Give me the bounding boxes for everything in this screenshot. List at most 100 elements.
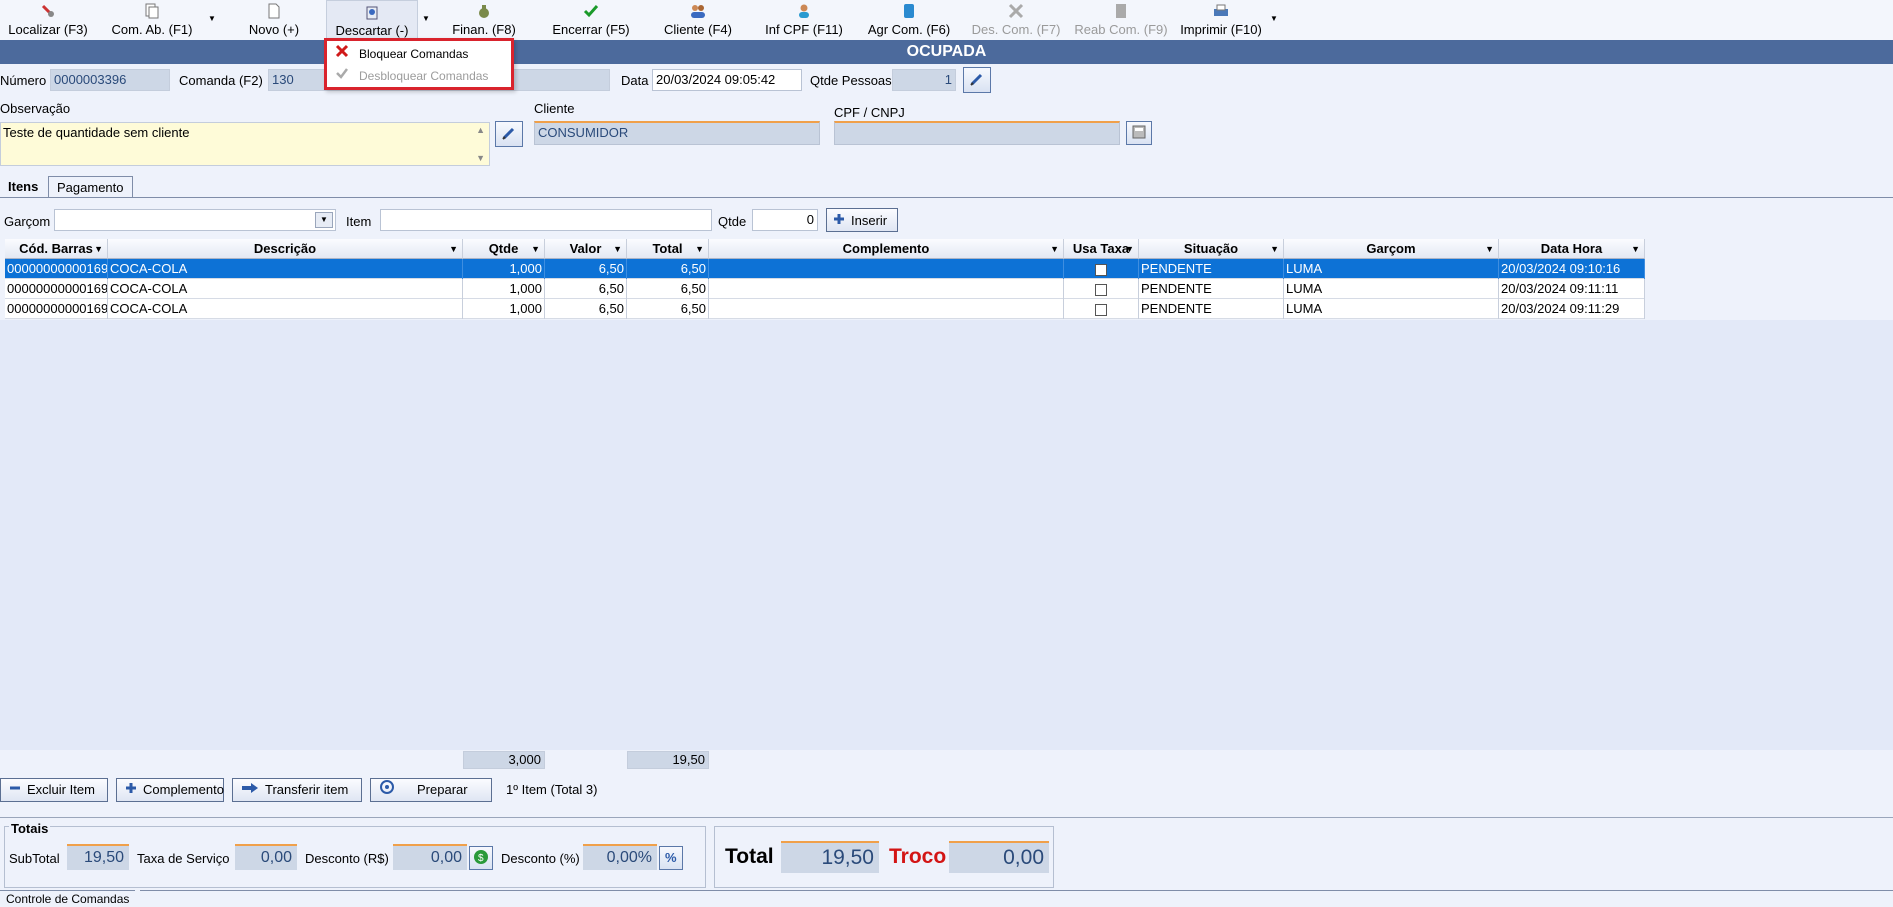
sort-arrow-icon[interactable]: ▼ — [1125, 239, 1134, 258]
numero-field[interactable]: 0000003396 — [50, 69, 170, 91]
sort-arrow-icon[interactable]: ▼ — [613, 239, 622, 258]
desconto-rs-label: Desconto (R$) — [305, 851, 389, 866]
menu-item-desbloquear-comandas[interactable]: Desbloquear Comandas — [335, 66, 488, 86]
cell-cod-barras: 00000000000169 — [5, 259, 108, 279]
menu-item-bloquear-comandas[interactable]: Bloquear Comandas — [335, 44, 468, 64]
check-icon — [335, 66, 349, 86]
complemento-button[interactable]: Complemento — [116, 778, 224, 802]
sort-arrow-icon[interactable]: ▼ — [1050, 239, 1059, 258]
transferir-item-button[interactable]: Transferir item — [232, 778, 362, 802]
sort-arrow-icon[interactable]: ▼ — [531, 239, 540, 258]
tab-itens[interactable]: Itens — [0, 176, 46, 198]
inserir-button[interactable]: Inserir — [826, 208, 898, 232]
cell-total: 6,50 — [627, 279, 709, 299]
column-header-situacao[interactable]: Situação ▼ — [1139, 239, 1284, 259]
cell-situacao: PENDENTE — [1139, 259, 1284, 279]
qtde-input[interactable]: 0 — [752, 209, 818, 231]
tab-controle-comandas[interactable]: Controle de Comandas — [0, 890, 136, 907]
column-header-usa-taxa[interactable]: Usa Taxa ▼ — [1064, 239, 1139, 259]
sort-arrow-icon[interactable]: ▼ — [449, 239, 458, 258]
cell-situacao: PENDENTE — [1139, 279, 1284, 299]
comanda-label: Comanda (F2) — [179, 73, 263, 88]
sort-arrow-icon[interactable]: ▼ — [1485, 239, 1494, 258]
qtde-pessoas-field[interactable]: 1 — [892, 69, 956, 91]
sort-arrow-icon[interactable]: ▼ — [1631, 239, 1640, 258]
comandas-abertas-button[interactable]: Com. Ab. (F1) — [110, 0, 194, 40]
desconto-rs-button[interactable]: $ — [469, 846, 493, 870]
desconto-pct-button[interactable]: % — [659, 846, 683, 870]
taxa-servico-field[interactable]: 0,00 — [235, 844, 297, 870]
edit-observacao-button[interactable] — [495, 121, 523, 147]
preparar-button[interactable]: Preparar — [370, 778, 492, 802]
garcom-select[interactable]: ▼ — [54, 209, 336, 231]
tab-pagamento[interactable]: Pagamento — [48, 176, 133, 198]
chevron-down-icon[interactable]: ▼ — [1270, 14, 1278, 23]
financeiro-button[interactable]: Finan. (F8) — [448, 0, 520, 40]
column-header-total[interactable]: Total ▼ — [627, 239, 709, 259]
column-header-valor[interactable]: Valor ▼ — [545, 239, 627, 259]
desconto-pct-field[interactable]: 0,00% — [583, 844, 657, 870]
sort-arrow-icon[interactable]: ▼ — [94, 239, 103, 258]
cpf-lookup-button[interactable] — [1126, 121, 1152, 145]
qtde-pessoas-label: Qtde Pessoas — [810, 73, 892, 88]
chevron-down-icon[interactable]: ▼ — [208, 14, 216, 23]
column-header-data-hora[interactable]: Data Hora ▼ — [1499, 239, 1645, 259]
cell-usa-taxa — [1064, 259, 1139, 279]
agrupar-comandas-button[interactable]: Agr Com. (F6) — [866, 0, 952, 40]
qtde-label: Qtde — [718, 214, 747, 229]
imprimir-button[interactable]: Imprimir (F10) — [1178, 0, 1264, 40]
cell-garcom: LUMA — [1284, 279, 1499, 299]
column-header-descricao[interactable]: Descrição ▼ — [108, 239, 463, 259]
plus-icon — [125, 779, 137, 801]
cliente-button[interactable]: Cliente (F4) — [662, 0, 734, 40]
item-count-info: 1º Item (Total 3) — [506, 782, 598, 797]
usa-taxa-checkbox[interactable] — [1095, 283, 1107, 296]
checkmark-icon — [583, 1, 599, 20]
cpf-cnpj-field[interactable] — [834, 121, 1120, 145]
cell-qtde: 1,000 — [463, 299, 545, 319]
chevron-down-icon[interactable]: ▼ — [422, 14, 430, 23]
encerrar-button[interactable]: Encerrar (F5) — [550, 0, 632, 40]
excluir-item-button[interactable]: Excluir Item — [0, 778, 108, 802]
desagrupar-comandas-button[interactable]: Des. Com. (F7) — [970, 0, 1062, 40]
sort-arrow-icon[interactable]: ▼ — [695, 239, 704, 258]
edit-pessoas-button[interactable] — [963, 67, 991, 93]
sort-arrow-icon[interactable]: ▼ — [1270, 239, 1279, 258]
inf-cpf-button[interactable]: Inf CPF (F11) — [764, 0, 844, 40]
desconto-pct-label: Desconto (%) — [501, 851, 580, 866]
table-row[interactable]: 00000000000169 COCA-COLA 1,000 6,50 6,50… — [5, 279, 1645, 299]
cell-garcom: LUMA — [1284, 299, 1499, 319]
scroll-down-icon[interactable]: ▼ — [476, 153, 485, 163]
reabrir-comanda-button[interactable]: Reab Com. (F9) — [1074, 0, 1168, 40]
cell-situacao: PENDENTE — [1139, 299, 1284, 319]
column-header-cod-barras[interactable]: Cód. Barras ▼ — [5, 239, 108, 259]
desconto-rs-field[interactable]: 0,00 — [393, 844, 467, 870]
descartar-button[interactable]: Descartar (-) — [326, 0, 418, 40]
sum-qtde: 3,000 — [463, 751, 545, 769]
scroll-up-icon[interactable]: ▲ — [476, 125, 485, 135]
column-header-garcom[interactable]: Garçom ▼ — [1284, 239, 1499, 259]
cell-qtde: 1,000 — [463, 279, 545, 299]
arrow-right-icon — [241, 779, 259, 801]
documents-icon — [144, 1, 160, 20]
usa-taxa-checkbox[interactable] — [1095, 303, 1107, 316]
table-row[interactable]: 00000000000169 COCA-COLA 1,000 6,50 6,50… — [5, 259, 1645, 279]
cliente-field[interactable]: CONSUMIDOR — [534, 121, 820, 145]
section-divider — [0, 817, 1893, 818]
cell-descricao: COCA-COLA — [108, 299, 463, 319]
column-header-complemento[interactable]: Complemento ▼ — [709, 239, 1064, 259]
localizar-button[interactable]: Localizar (F3) — [8, 0, 88, 40]
observacao-textarea[interactable]: Teste de quantidade sem cliente ▲ ▼ — [0, 122, 490, 166]
usa-taxa-checkbox[interactable] — [1095, 263, 1107, 276]
table-row[interactable]: 00000000000169 COCA-COLA 1,000 6,50 6,50… — [5, 299, 1645, 319]
data-field[interactable]: 20/03/2024 09:05:42 — [652, 69, 802, 91]
cell-descricao: COCA-COLA — [108, 279, 463, 299]
cpf-cnpj-label: CPF / CNPJ — [834, 105, 905, 120]
cliente-label: Cliente — [534, 101, 575, 116]
novo-button[interactable]: Novo (+) — [244, 0, 304, 40]
total-label: Total — [725, 845, 774, 868]
chevron-down-icon[interactable]: ▼ — [315, 212, 333, 228]
close-x-icon — [335, 44, 349, 64]
column-header-qtde[interactable]: Qtde ▼ — [463, 239, 545, 259]
item-input[interactable] — [380, 209, 712, 231]
